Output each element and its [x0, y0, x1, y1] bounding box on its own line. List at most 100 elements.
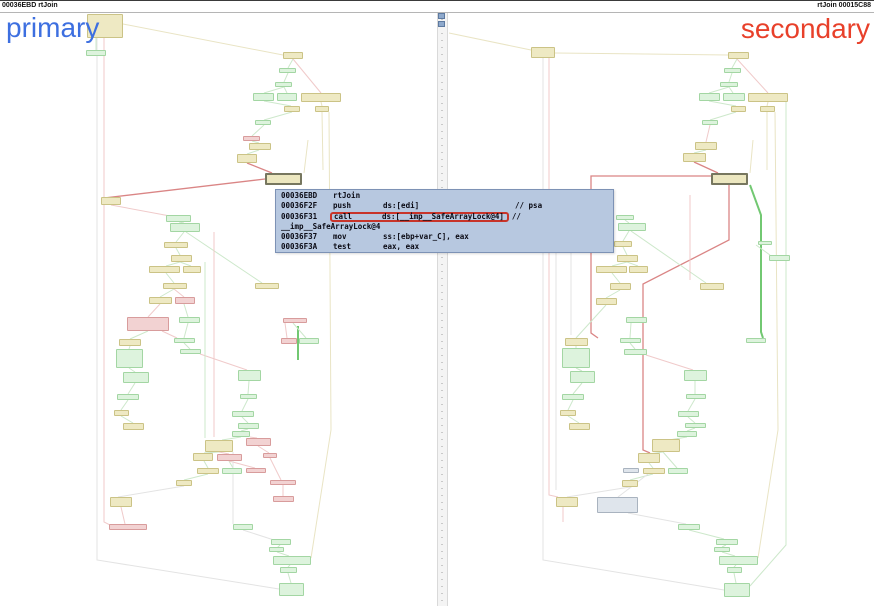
flow-edge [630, 323, 631, 338]
basic-block-node[interactable] [695, 142, 717, 150]
basic-block-node[interactable] [683, 153, 706, 162]
basic-block-node[interactable] [531, 47, 555, 58]
tooltip-row-continuation: __imp__SafeArrayLock@4 [281, 222, 613, 232]
instruction-mnemonic: rtJoin [333, 191, 383, 201]
tooltip-row-highlighted: 00036F31 call ds:[__imp__SafeArrayLock@4… [281, 212, 613, 222]
splitter-collapse-left-button[interactable] [438, 13, 445, 19]
flow-edge [606, 290, 620, 298]
basic-block-node[interactable] [686, 394, 706, 399]
comment-continuation: __imp__SafeArrayLock@4 [281, 222, 380, 232]
basic-block-node[interactable] [614, 241, 632, 247]
instruction-address: 00036F2F [281, 201, 333, 211]
basic-block-node[interactable] [728, 52, 749, 59]
basic-block-node[interactable] [720, 82, 738, 87]
flow-edge [737, 59, 768, 93]
tooltip-row: 00036F37 mov ss:[ebp+var_C], eax [281, 232, 613, 242]
flow-edge [663, 452, 677, 468]
flow-edge [449, 33, 531, 50]
flow-edge [623, 247, 627, 255]
tooltip-row: 00036EBD rtJoin [281, 191, 613, 201]
instruction-operands: eax, eax [383, 242, 515, 252]
basic-block-node[interactable] [617, 255, 638, 262]
flow-edge [628, 513, 686, 524]
basic-block-node[interactable] [623, 468, 639, 473]
primary-function-title: 00036EBD rtJoin [2, 2, 58, 9]
basic-block-node[interactable] [622, 480, 638, 487]
flow-edge [568, 416, 579, 423]
basic-block-node[interactable] [556, 497, 578, 507]
basic-block-node[interactable] [746, 338, 766, 343]
flow-edge [750, 102, 786, 586]
instruction-address: 00036F3A [281, 242, 333, 252]
splitter-collapse-right-button[interactable] [438, 21, 445, 27]
instruction-comment: // [512, 212, 521, 222]
basic-block-node[interactable] [560, 410, 576, 416]
instruction-mnemonic: push [333, 201, 383, 211]
pane-splitter[interactable] [437, 12, 448, 606]
basic-block-node[interactable] [570, 371, 595, 383]
basic-block-node[interactable] [714, 547, 730, 552]
basic-block-node[interactable] [643, 468, 665, 474]
flow-edge [734, 573, 736, 583]
basic-block-node[interactable] [562, 348, 590, 368]
basic-block-node[interactable] [685, 423, 706, 428]
basic-block-node[interactable] [748, 93, 788, 102]
basic-block-node[interactable] [562, 394, 584, 400]
basic-block-node[interactable] [626, 317, 647, 323]
basic-block-node[interactable] [569, 423, 590, 430]
instruction-mnemonic: test [333, 242, 383, 252]
basic-block-node[interactable] [716, 539, 738, 545]
basic-block-node[interactable] [760, 106, 775, 112]
basic-block-node[interactable] [724, 583, 750, 597]
basic-block-node[interactable] [565, 338, 588, 346]
flow-edge [756, 245, 770, 255]
basic-block-node[interactable] [596, 298, 617, 305]
flow-edge [573, 383, 582, 394]
instruction-comment: // psa [515, 201, 542, 211]
basic-block-node[interactable] [678, 524, 700, 530]
basic-block-node[interactable] [596, 266, 627, 273]
basic-block-node[interactable] [719, 556, 758, 565]
basic-block-node[interactable] [723, 93, 745, 101]
selected-basic-block-node[interactable] [711, 173, 748, 185]
title-bar: 00036EBD rtJoin rtJoin 00015C88 [0, 0, 874, 13]
basic-block-node[interactable] [684, 370, 707, 381]
flow-edge [710, 112, 736, 120]
tooltip-row: 00036F2F push ds:[edi] // psa [281, 201, 613, 211]
basic-block-node[interactable] [678, 411, 699, 417]
basic-block-node[interactable] [610, 283, 631, 290]
basic-block-node[interactable] [758, 241, 772, 245]
flow-edge [688, 399, 695, 411]
basic-block-node[interactable] [702, 120, 718, 125]
basic-block-node[interactable] [620, 338, 641, 343]
basic-block-node[interactable] [724, 68, 741, 73]
basic-block-node[interactable] [668, 468, 688, 474]
basic-block-node[interactable] [629, 266, 648, 273]
tooltip-row: 00036F3A test eax, eax [281, 242, 613, 252]
basic-block-node[interactable] [769, 255, 790, 261]
instruction-operands: ss:[ebp+var_C], eax [383, 232, 515, 242]
flow-edge [732, 59, 737, 68]
basic-block-node[interactable] [699, 93, 720, 101]
basic-block-node[interactable] [652, 439, 680, 452]
secondary-function-title: rtJoin 00015C88 [817, 2, 871, 9]
basic-block-node[interactable] [677, 431, 697, 437]
flow-edge [623, 231, 629, 241]
basic-block-node[interactable] [624, 349, 647, 355]
basic-block-node[interactable] [616, 215, 634, 220]
instruction-address: 00036F37 [281, 232, 333, 242]
basic-block-node[interactable] [700, 283, 724, 290]
flow-edge [568, 400, 573, 410]
basic-block-node[interactable] [731, 106, 746, 112]
basic-block-node[interactable] [638, 453, 660, 463]
basic-block-node[interactable] [727, 567, 742, 573]
flow-edge [706, 125, 710, 142]
basic-block-node[interactable] [618, 223, 646, 231]
instruction-tooltip: 00036EBD rtJoin 00036F2F push ds:[edi] /… [275, 189, 614, 253]
flow-edge [646, 355, 693, 370]
diff-highlight-box: call ds:[__imp__SafeArrayLock@4] [330, 212, 509, 222]
instruction-address: 00036EBD [281, 191, 333, 201]
flow-edge [612, 273, 620, 283]
basic-block-node[interactable] [597, 497, 638, 513]
instruction-mnemonic: call [334, 212, 382, 222]
